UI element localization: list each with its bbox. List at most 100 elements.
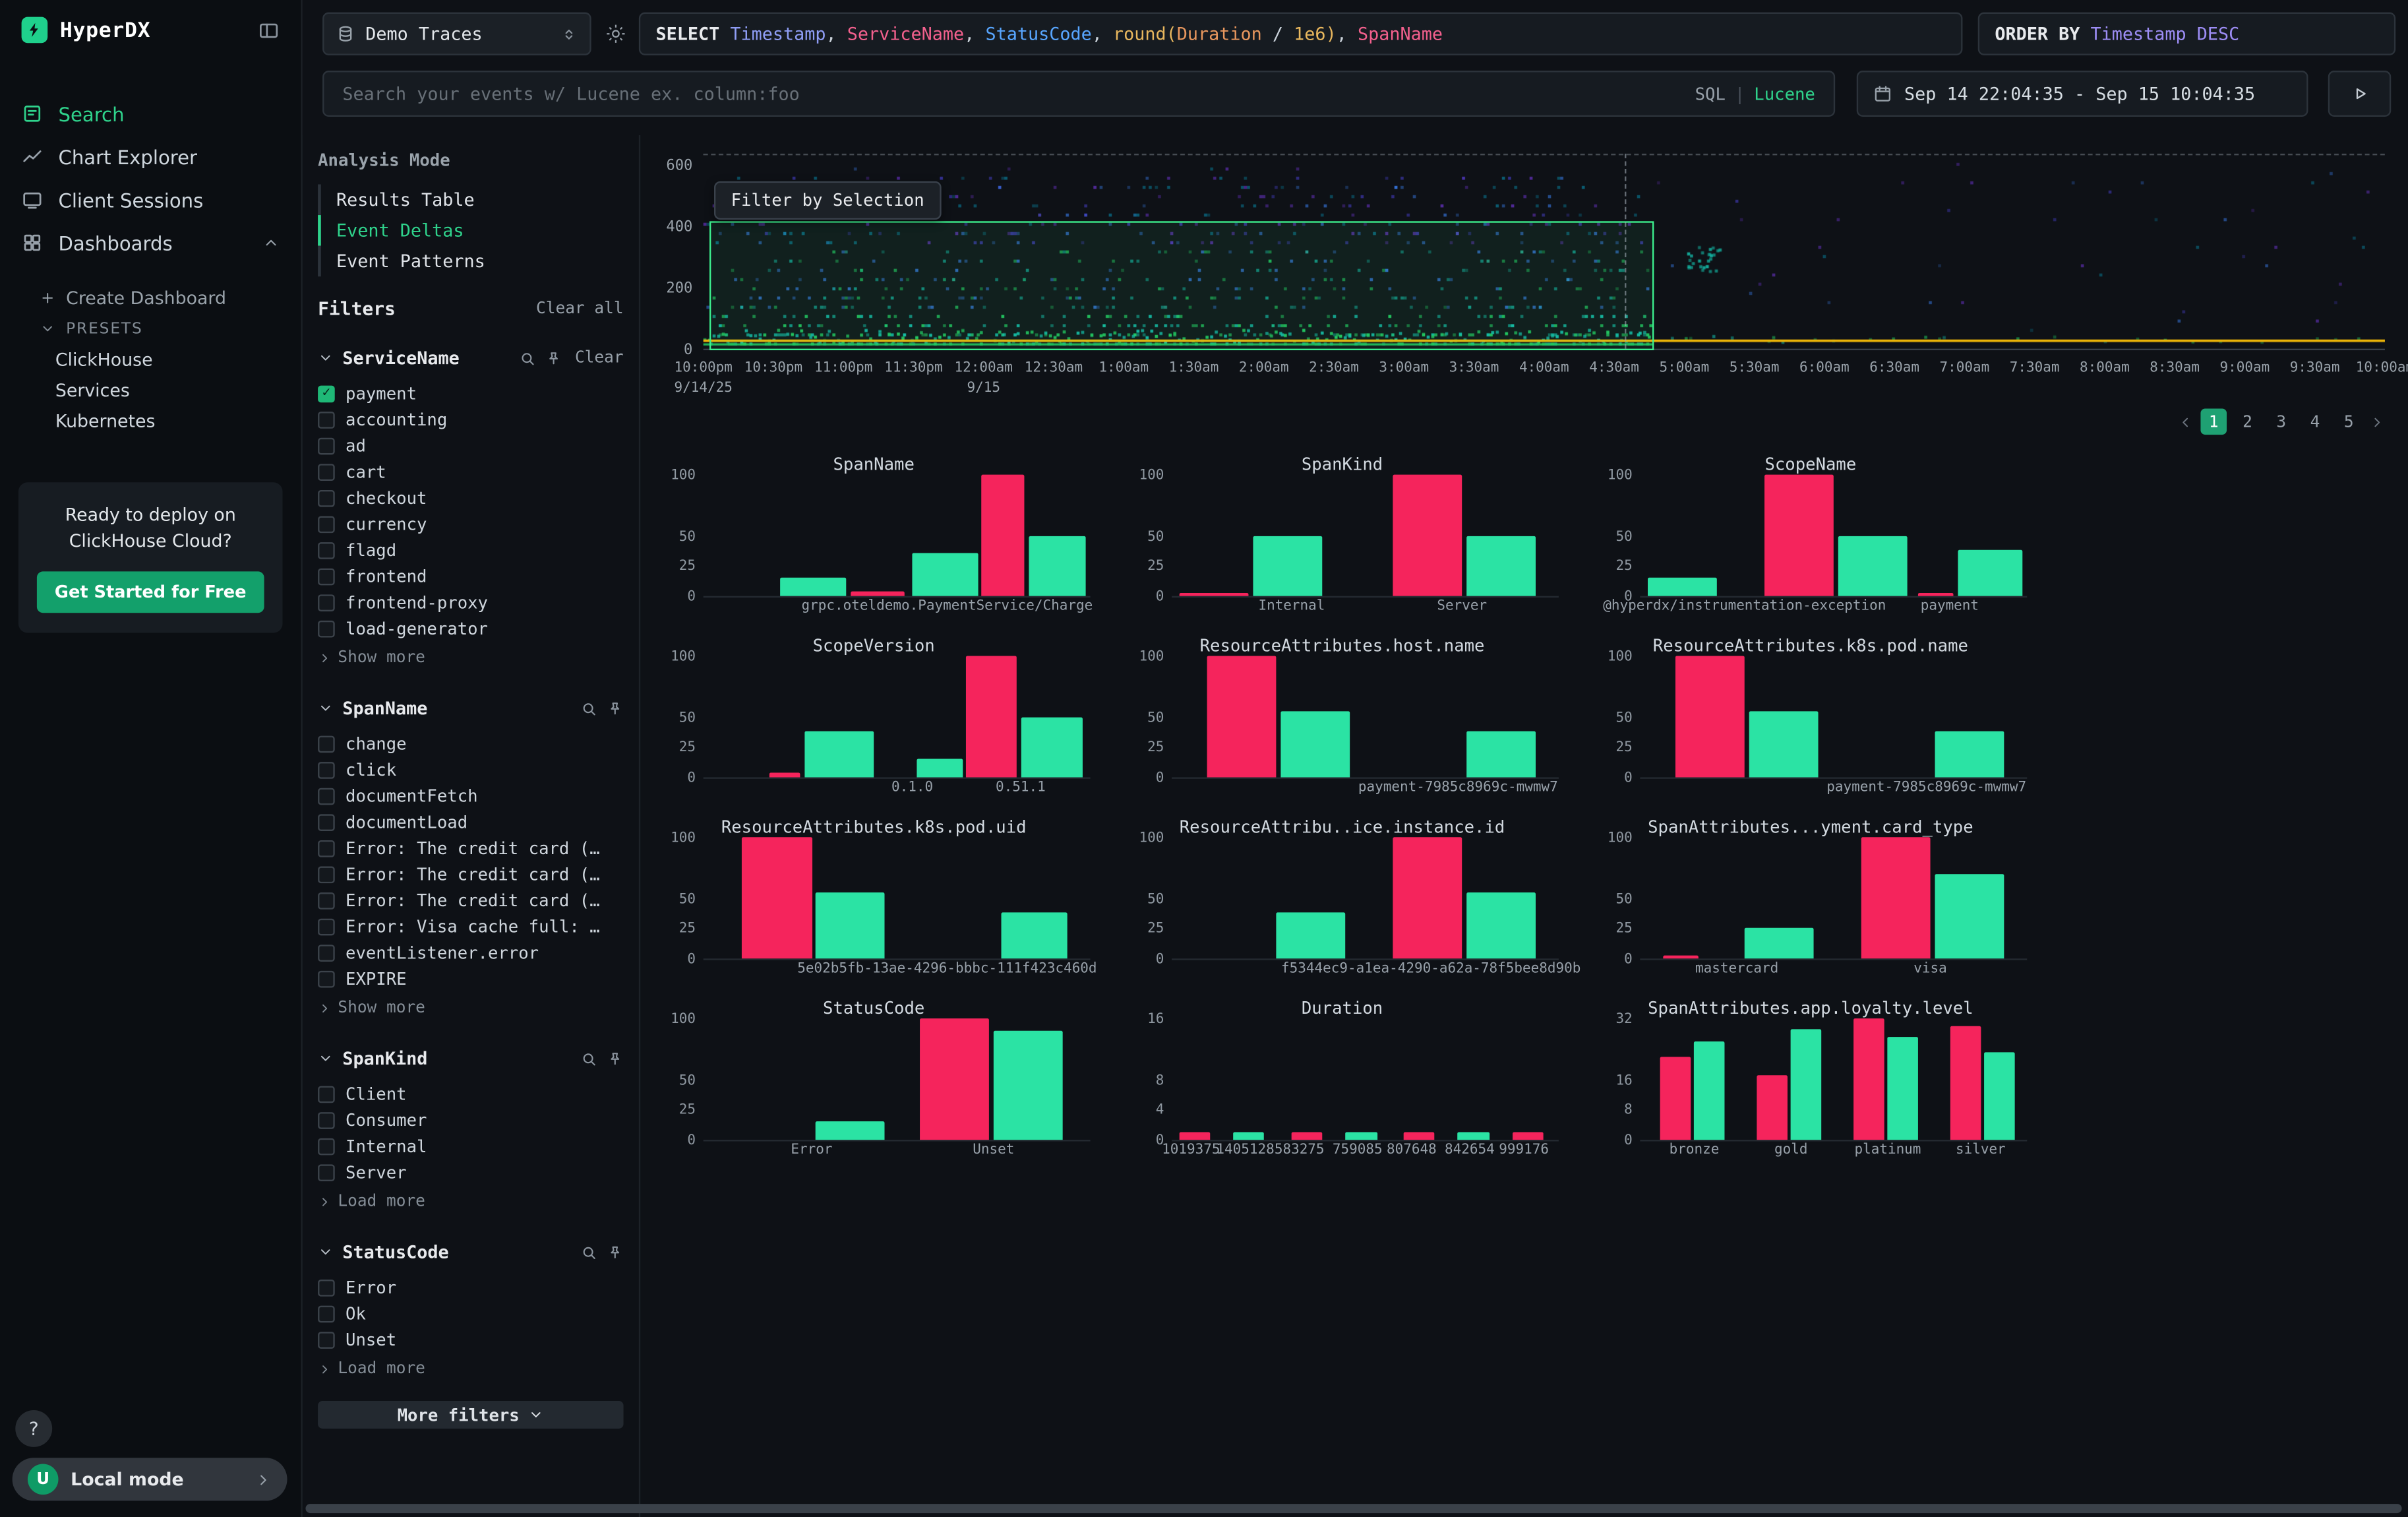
bar[interactable] bbox=[1276, 912, 1346, 958]
bar[interactable] bbox=[1853, 1018, 1884, 1140]
more-filters-button[interactable]: More filters bbox=[318, 1401, 623, 1429]
settings-gear-icon[interactable] bbox=[605, 23, 627, 45]
bar[interactable] bbox=[1253, 536, 1323, 596]
filter-option[interactable]: click bbox=[318, 757, 623, 784]
bar[interactable] bbox=[1029, 536, 1087, 596]
bar[interactable] bbox=[913, 553, 978, 596]
chevron-down-icon[interactable] bbox=[318, 1244, 333, 1259]
source-select[interactable]: Demo Traces bbox=[322, 13, 591, 55]
bar[interactable] bbox=[1021, 716, 1083, 777]
checkbox[interactable] bbox=[318, 1112, 335, 1129]
bar[interactable] bbox=[851, 591, 905, 596]
time-range-picker[interactable]: Sep 14 22:04:35 - Sep 15 10:04:35 bbox=[1857, 71, 2308, 117]
bar[interactable] bbox=[1207, 656, 1277, 777]
presets-toggle[interactable]: PRESETS bbox=[0, 313, 301, 344]
sql-mode-toggle[interactable]: SQL bbox=[1695, 84, 1726, 104]
search-icon[interactable] bbox=[520, 350, 537, 367]
bar[interactable] bbox=[1393, 475, 1462, 596]
filter-option[interactable]: cart bbox=[318, 459, 623, 485]
search-icon[interactable] bbox=[580, 700, 597, 717]
show-more-button[interactable]: Load more bbox=[318, 1357, 623, 1381]
lucene-mode-toggle[interactable]: Lucene bbox=[1754, 84, 1815, 104]
checkbox[interactable] bbox=[318, 971, 335, 988]
bar[interactable] bbox=[1648, 578, 1718, 596]
bar[interactable] bbox=[1393, 837, 1462, 958]
pin-icon[interactable] bbox=[607, 1243, 624, 1260]
bar[interactable] bbox=[1292, 1132, 1323, 1140]
horizontal-scrollbar[interactable] bbox=[305, 1504, 2401, 1513]
chevron-down-icon[interactable] bbox=[318, 1051, 333, 1066]
pin-icon[interactable] bbox=[607, 1050, 624, 1067]
checkbox[interactable] bbox=[318, 814, 335, 831]
show-more-button[interactable]: Show more bbox=[318, 995, 623, 1020]
sidebar-item-chart-explorer[interactable]: Chart Explorer bbox=[0, 135, 301, 178]
bar[interactable] bbox=[920, 1018, 990, 1140]
bar[interactable] bbox=[1756, 1075, 1787, 1140]
filter-option[interactable]: frontend bbox=[318, 564, 623, 590]
bar[interactable] bbox=[916, 759, 962, 778]
chevron-down-icon[interactable] bbox=[318, 700, 333, 716]
chevron-right-icon[interactable] bbox=[2370, 414, 2385, 429]
bar[interactable] bbox=[769, 772, 800, 777]
pin-icon[interactable] bbox=[546, 350, 563, 367]
show-more-button[interactable]: Load more bbox=[318, 1189, 623, 1214]
bar[interactable] bbox=[1512, 1132, 1543, 1140]
filter-option[interactable]: accounting bbox=[318, 407, 623, 433]
bar[interactable] bbox=[1466, 731, 1536, 778]
chevron-left-icon[interactable] bbox=[2178, 414, 2193, 429]
analysis-option-event-patterns[interactable]: Event Patterns bbox=[318, 246, 623, 277]
checkbox[interactable] bbox=[318, 569, 335, 586]
filter-option[interactable]: Ok bbox=[318, 1301, 623, 1328]
local-mode[interactable]: U Local mode bbox=[13, 1458, 287, 1501]
bar[interactable] bbox=[1404, 1132, 1435, 1140]
collapse-sidebar-icon[interactable] bbox=[258, 19, 280, 41]
checkbox[interactable] bbox=[318, 412, 335, 429]
checkbox[interactable] bbox=[318, 386, 335, 403]
bar[interactable] bbox=[1958, 550, 2024, 596]
checkbox[interactable] bbox=[318, 516, 335, 534]
run-query-button[interactable] bbox=[2328, 71, 2391, 117]
filter-option[interactable]: documentFetch bbox=[318, 784, 623, 810]
bar[interactable] bbox=[1346, 1132, 1377, 1140]
bar[interactable] bbox=[1749, 710, 1819, 777]
checkbox[interactable] bbox=[318, 892, 335, 910]
filter-by-selection-button[interactable]: Filter by Selection bbox=[714, 181, 941, 220]
filter-option[interactable]: frontend-proxy bbox=[318, 590, 623, 616]
bar[interactable] bbox=[1919, 592, 1954, 596]
filter-option[interactable]: Unset bbox=[318, 1327, 623, 1353]
bar[interactable] bbox=[967, 656, 1017, 777]
checkbox[interactable] bbox=[318, 840, 335, 857]
page-button-4[interactable]: 4 bbox=[2302, 409, 2328, 435]
show-more-button[interactable]: Show more bbox=[318, 645, 623, 669]
filter-option[interactable]: EXPIRE bbox=[318, 966, 623, 993]
bar[interactable] bbox=[804, 731, 874, 778]
sidebar-item-search[interactable]: Search bbox=[0, 92, 301, 135]
filter-option[interactable]: ad bbox=[318, 433, 623, 460]
bar[interactable] bbox=[1466, 892, 1536, 958]
filter-option[interactable]: load-generator bbox=[318, 616, 623, 642]
checkbox[interactable] bbox=[318, 621, 335, 638]
bar[interactable] bbox=[1180, 1132, 1211, 1140]
chevron-down-icon[interactable] bbox=[318, 350, 333, 365]
checkbox[interactable] bbox=[318, 867, 335, 884]
bar[interactable] bbox=[1950, 1026, 1981, 1140]
bar[interactable] bbox=[1695, 1041, 1726, 1140]
checkbox[interactable] bbox=[318, 1280, 335, 1297]
order-by-editor[interactable]: ORDER BY Timestamp DESC bbox=[1978, 13, 2395, 55]
sidebar-item-client-sessions[interactable]: Client Sessions bbox=[0, 178, 301, 221]
sql-query-editor[interactable]: SELECT Timestamp, ServiceName, StatusCod… bbox=[639, 13, 1963, 55]
checkbox[interactable] bbox=[318, 1164, 335, 1181]
filter-option[interactable]: payment bbox=[318, 381, 623, 408]
bar[interactable] bbox=[1280, 710, 1350, 777]
bar[interactable] bbox=[742, 837, 812, 958]
checkbox[interactable] bbox=[318, 542, 335, 559]
checkbox[interactable] bbox=[318, 1138, 335, 1156]
checkbox[interactable] bbox=[318, 944, 335, 962]
analysis-option-event-deltas[interactable]: Event Deltas bbox=[318, 215, 623, 246]
checkbox[interactable] bbox=[318, 594, 335, 611]
checkbox[interactable] bbox=[318, 438, 335, 455]
checkbox[interactable] bbox=[318, 490, 335, 507]
checkbox[interactable] bbox=[318, 736, 335, 753]
filter-option[interactable]: currency bbox=[318, 512, 623, 538]
chart-selection-region[interactable] bbox=[710, 221, 1654, 350]
